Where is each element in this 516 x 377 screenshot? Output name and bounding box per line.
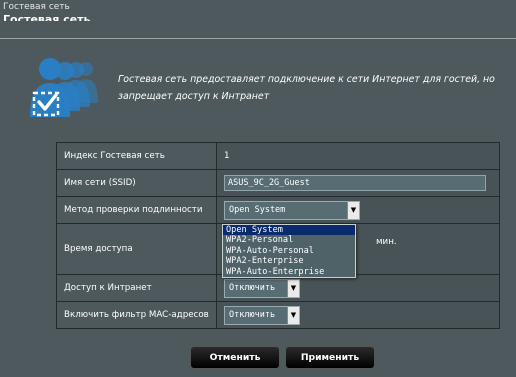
cancel-button[interactable]: Отменить: [190, 346, 280, 369]
guest-users-icon: [30, 58, 98, 117]
auth-method-dropdown[interactable]: Open System WPA2-Personal WPA-Auto-Perso…: [222, 224, 356, 278]
page-title: Гостевая сеть: [3, 13, 91, 21]
chevron-down-icon[interactable]: ▼: [287, 306, 299, 324]
title-divider: [0, 38, 516, 39]
chevron-down-icon[interactable]: ▼: [287, 279, 299, 297]
access-time-label: Время доступа: [56, 223, 217, 275]
auth-option[interactable]: Open System: [223, 225, 355, 236]
auth-option[interactable]: WPA2-Enterprise: [223, 256, 355, 266]
index-value: 1: [216, 142, 500, 170]
access-time-unit: мин.: [376, 237, 397, 247]
mac-filter-value: Отключить: [229, 309, 276, 320]
auth-method-label: Метод проверки подлинности: [56, 196, 217, 224]
mac-filter-select[interactable]: Отключить ▼: [224, 305, 300, 325]
chevron-down-icon[interactable]: ▼: [347, 201, 359, 219]
auth-option[interactable]: WPA-Auto-Personal: [223, 246, 355, 256]
index-label: Индекс Гостевая сеть: [56, 142, 217, 170]
ssid-label: Имя сети (SSID): [56, 169, 217, 197]
table-row-intranet: Доступ к Интранет Отключить ▼: [56, 274, 500, 302]
table-row-mac-filter: Включить фильтр MAC-адресов Отключить ▼: [56, 301, 500, 329]
auth-option[interactable]: WPA2-Personal: [223, 235, 355, 245]
intranet-access-select[interactable]: Отключить ▼: [224, 278, 300, 298]
intranet-access-label: Доступ к Интранет: [56, 274, 217, 302]
auth-option[interactable]: WPA-Auto-Enterprise: [223, 267, 355, 277]
mac-filter-label: Включить фильтр MAC-адресов: [56, 301, 217, 329]
table-row-auth: Метод проверки подлинности Open System ▼: [56, 196, 500, 224]
ssid-input[interactable]: ASUS_9C_2G_Guest: [224, 175, 486, 191]
intranet-access-value: Отключить: [229, 282, 276, 293]
breadcrumb: Гостевая сеть: [3, 2, 70, 12]
apply-button[interactable]: Применить: [285, 346, 375, 369]
auth-method-value: Open System: [229, 204, 286, 215]
table-row-index: Индекс Гостевая сеть 1: [56, 142, 500, 170]
guest-network-description: Гостевая сеть предоставляет подключение …: [118, 74, 495, 102]
table-row-ssid: Имя сети (SSID) ASUS_9C_2G_Guest: [56, 169, 500, 197]
auth-method-select[interactable]: Open System ▼: [224, 200, 360, 220]
